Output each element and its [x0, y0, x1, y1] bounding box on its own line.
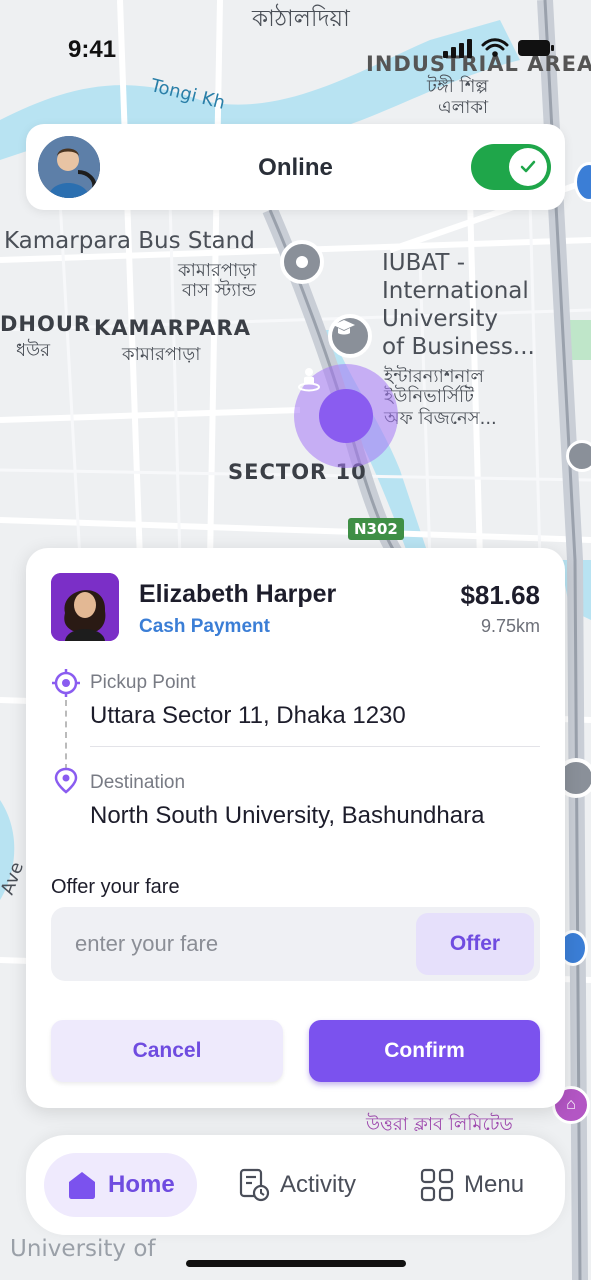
status-icons [443, 38, 555, 58]
ride-distance: 9.75km [480, 616, 540, 636]
map-label-iubat-1: IUBAT - [382, 250, 466, 276]
ride-fare: $81.68 [460, 580, 540, 610]
map-label-kamarpara-bn: কামারপাড়া [122, 344, 201, 365]
payment-method: Cash Payment [139, 616, 270, 637]
status-time: 9:41 [68, 36, 117, 63]
map-pin-university[interactable] [328, 314, 372, 358]
destination-address: North South University, Bashundhara [90, 802, 485, 829]
map-label-kamarpara-bus-stand: Kamarpara Bus Stand [4, 228, 255, 254]
route-connector [65, 700, 67, 770]
person-pin-icon [298, 368, 320, 392]
destination-label: Destination [90, 772, 186, 793]
destination-pin-icon [54, 767, 78, 794]
fare-input[interactable] [51, 907, 411, 981]
offer-button[interactable]: Offer [416, 913, 534, 975]
rider-photo [51, 573, 119, 641]
nav-home-label: Home [108, 1171, 175, 1198]
online-status-card: Online [26, 124, 565, 210]
confirm-button[interactable]: Confirm [309, 1020, 540, 1082]
activity-icon [239, 1168, 270, 1202]
map-label-elaka: এলাকা [438, 97, 489, 118]
pin-dot-icon [296, 256, 308, 268]
home-icon [69, 1172, 95, 1199]
home-indicator[interactable] [186, 1260, 406, 1267]
building-icon: ⌂ [566, 1096, 576, 1113]
battery-icon [518, 40, 554, 56]
current-location-marker[interactable] [294, 364, 398, 468]
nav-activity[interactable]: Activity [216, 1153, 378, 1217]
map-label-university-of: University of [10, 1236, 156, 1262]
cancel-button[interactable]: Cancel [51, 1020, 283, 1082]
map-label-iubat-3: University [382, 306, 499, 332]
map-label-dhour: DHOUR [0, 312, 92, 336]
map-label-kathaldia: কাঠালদিয়া [252, 6, 350, 32]
pickup-label: Pickup Point [90, 672, 196, 693]
bottom-navigation: Home Activity Menu [26, 1135, 565, 1235]
checkmark-icon [520, 160, 536, 173]
ride-request-card: Elizabeth Harper Cash Payment $81.68 9.7… [26, 548, 565, 1108]
location-divider [90, 746, 540, 747]
fare-input-box: Offer [51, 907, 540, 981]
pickup-address: Uttara Sector 11, Dhaka 1230 [90, 702, 406, 729]
nav-menu[interactable]: Menu [398, 1153, 546, 1217]
graduation-cap-icon [333, 320, 355, 335]
rider-name: Elizabeth Harper [139, 580, 337, 608]
map-label-iubat-bn3: অফ বিজনেস... [384, 408, 497, 429]
wifi-icon [481, 38, 509, 57]
pickup-target-icon [52, 669, 80, 697]
cellular-signal-icon [443, 39, 472, 58]
nav-menu-label: Menu [464, 1171, 525, 1198]
map-label-iubat-4: of Business... [382, 334, 535, 360]
map-label-iubat-2: International [382, 278, 529, 304]
toggle-knob [509, 148, 547, 186]
map-label-kamarpara: KAMARPARA [94, 316, 251, 340]
nav-activity-label: Activity [280, 1171, 357, 1198]
bus-stop-icon[interactable] [566, 440, 591, 472]
road-shield-n302: N302 [348, 518, 404, 540]
online-toggle[interactable] [471, 144, 551, 190]
rider-avatar[interactable] [51, 573, 119, 641]
map-label-kamarpara-bus-bn2: বাস স্ট্যান্ড [182, 280, 256, 301]
offer-fare-title: Offer your fare [51, 876, 180, 898]
map-pin-bus-stand[interactable] [280, 240, 324, 284]
driver-location-dot [298, 368, 373, 443]
menu-grid-icon [420, 1168, 454, 1202]
nav-home[interactable]: Home [44, 1153, 197, 1217]
map-label-dhour-bn: ধউর [16, 340, 51, 361]
